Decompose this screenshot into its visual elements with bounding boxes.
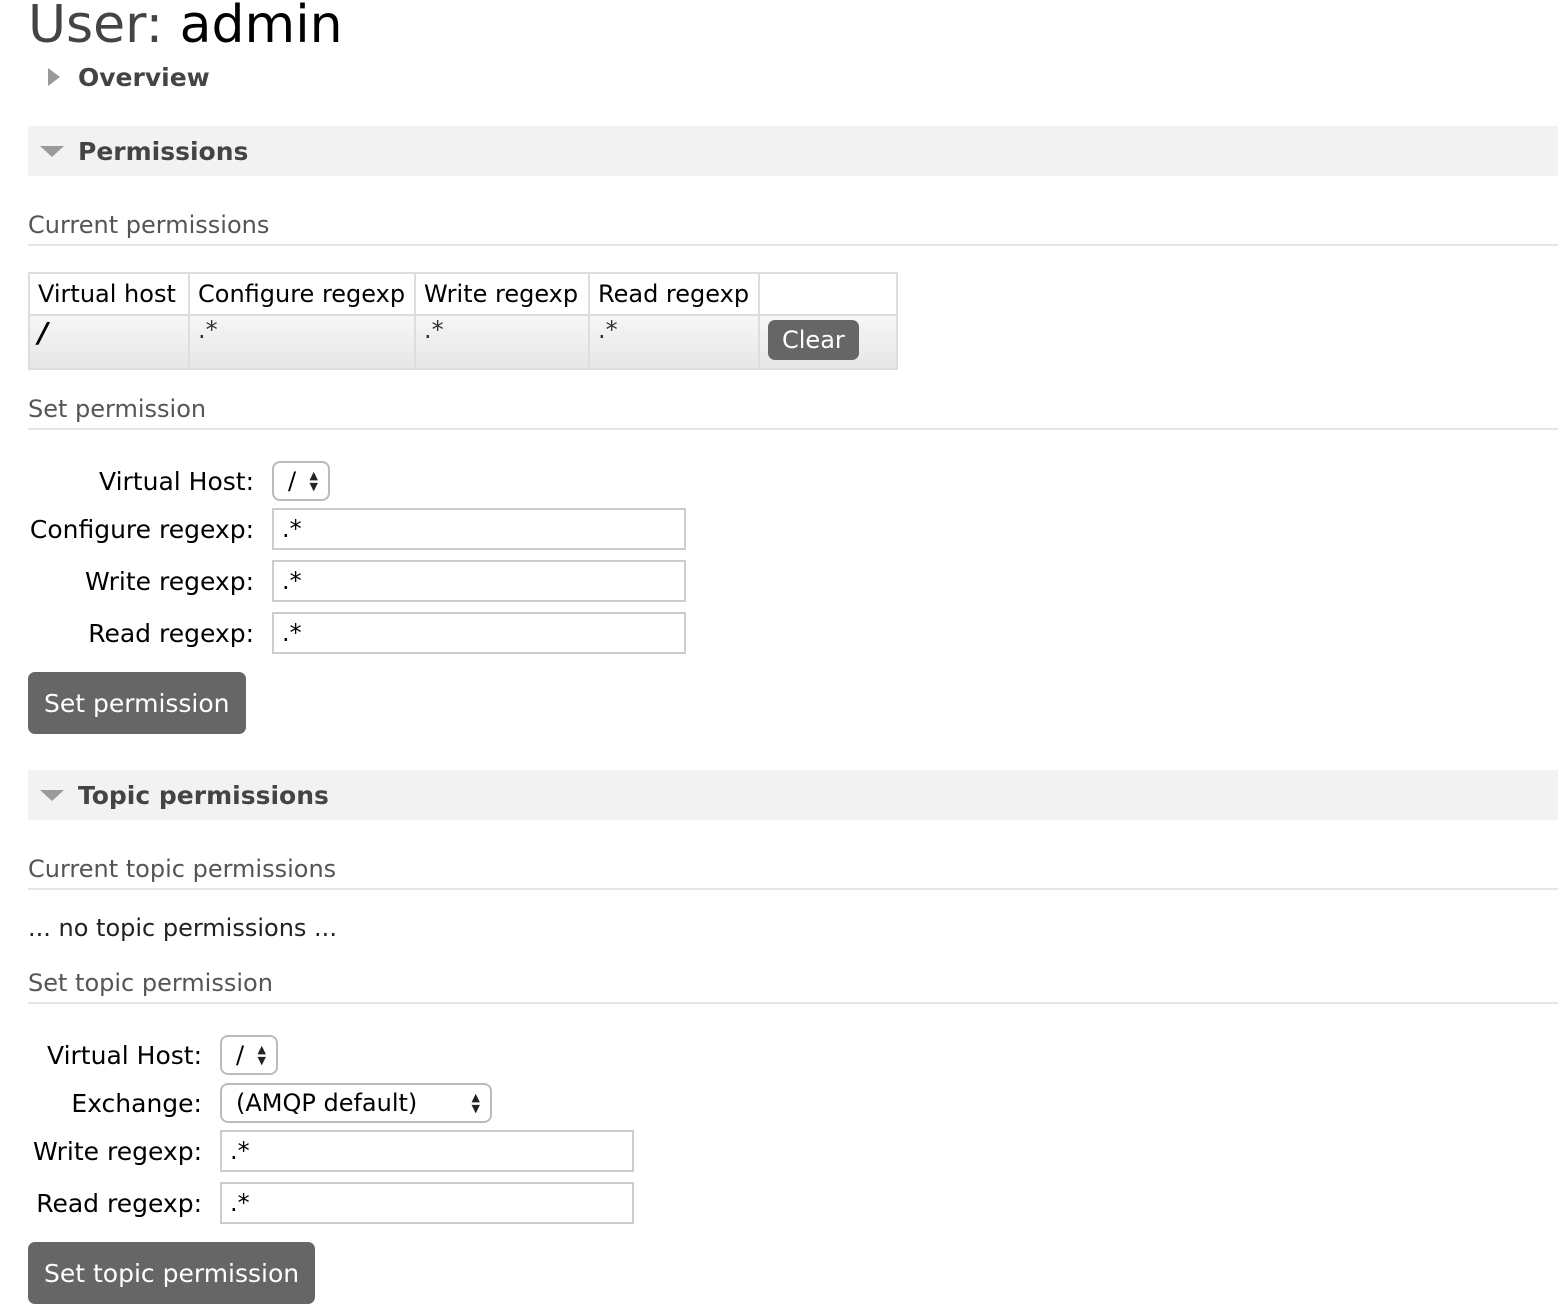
column-header-configure: Configure regexp (188, 272, 416, 316)
permissions-table: Virtual host Configure regexp Write rege… (28, 272, 898, 370)
form-row-read: Read regexp: (28, 612, 686, 654)
topic-vhost-label: Virtual Host: (47, 1040, 202, 1070)
section-toggle-topic-permissions[interactable]: Topic permissions (28, 770, 1558, 820)
form-row-configure: Configure regexp: (28, 508, 686, 550)
form-row-write: Write regexp: (28, 560, 686, 602)
exchange-label: Exchange: (71, 1088, 202, 1118)
topic-vhost-select-value: / (236, 1041, 245, 1069)
write-regexp-input[interactable] (272, 560, 686, 602)
column-header-virtual-host: Virtual host (28, 272, 190, 316)
vhost-select[interactable]: / ▲ ▼ (272, 461, 330, 501)
topic-form-row-exchange: Exchange: (AMQP default) ▲ ▼ (28, 1082, 492, 1124)
page-title: User: admin (28, 0, 343, 56)
configure-regexp-input[interactable] (272, 508, 686, 550)
column-header-write: Write regexp (414, 272, 590, 316)
read-label: Read regexp: (88, 618, 254, 648)
section-heading-permissions: Permissions (78, 136, 249, 166)
set-permission-button[interactable]: Set permission (28, 672, 246, 734)
table-header-row: Virtual host Configure regexp Write rege… (28, 272, 898, 316)
section-toggle-overview[interactable]: Overview (28, 52, 1558, 102)
topic-form-row-write: Write regexp: (28, 1130, 634, 1172)
cell-write: .* (414, 314, 590, 370)
cell-action: Clear (758, 314, 898, 370)
cell-read: .* (588, 314, 760, 370)
current-topic-permissions-heading: Current topic permissions (28, 854, 1558, 890)
exchange-select-value: (AMQP default) (236, 1089, 418, 1117)
configure-label: Configure regexp: (29, 514, 254, 544)
page-title-label: User: (28, 0, 164, 55)
read-regexp-input[interactable] (272, 612, 686, 654)
set-topic-permission-heading: Set topic permission (28, 968, 1558, 1004)
triangle-down-icon (40, 789, 64, 801)
set-topic-permission-button[interactable]: Set topic permission (28, 1242, 316, 1304)
topic-write-label: Write regexp: (33, 1136, 202, 1166)
updown-arrows-icon: ▲ ▼ (309, 469, 318, 493)
column-header-read: Read regexp (588, 272, 760, 316)
current-permissions-heading: Current permissions (28, 210, 1558, 246)
column-header-action (758, 272, 898, 316)
cell-configure: .* (188, 314, 416, 370)
table-row: / .* .* .* Clear (28, 314, 898, 370)
section-toggle-permissions[interactable]: Permissions (28, 126, 1558, 176)
vhost-select-value: / (288, 467, 297, 495)
cell-vhost: / (28, 314, 190, 370)
triangle-right-icon (48, 68, 60, 86)
topic-read-regexp-input[interactable] (220, 1182, 634, 1224)
write-label: Write regexp: (85, 566, 254, 596)
topic-form-row-read: Read regexp: (28, 1182, 634, 1224)
topic-read-label: Read regexp: (36, 1188, 202, 1218)
topic-vhost-select[interactable]: / ▲ ▼ (220, 1035, 278, 1075)
set-permission-heading: Set permission (28, 394, 1558, 430)
topic-write-regexp-input[interactable] (220, 1130, 634, 1172)
topic-form-row-vhost: Virtual Host: / ▲ ▼ (28, 1034, 278, 1076)
form-row-vhost: Virtual Host: / ▲ ▼ (28, 460, 330, 502)
updown-arrows-icon: ▲ ▼ (257, 1043, 266, 1067)
exchange-select[interactable]: (AMQP default) ▲ ▼ (220, 1083, 492, 1123)
clear-button[interactable]: Clear (768, 320, 859, 360)
empty-topic-permissions-note: ... no topic permissions ... (28, 914, 337, 942)
section-heading-overview: Overview (78, 62, 210, 92)
page-title-username: admin (179, 0, 343, 55)
updown-arrows-icon: ▲ ▼ (471, 1091, 480, 1115)
vhost-label: Virtual Host: (99, 466, 254, 496)
section-heading-topic-permissions: Topic permissions (78, 780, 329, 810)
triangle-down-icon (40, 145, 64, 157)
